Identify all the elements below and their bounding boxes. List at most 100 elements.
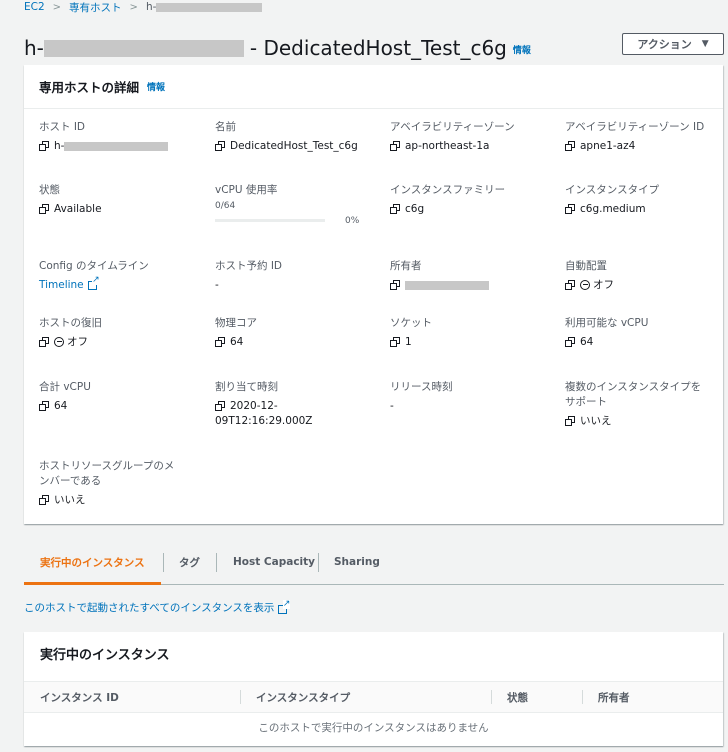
actions-dropdown-button[interactable]: アクション ▼ [622, 33, 724, 55]
field-label: ソケット [390, 317, 432, 329]
copy-icon[interactable] [390, 204, 400, 214]
field-label: 名前 [215, 121, 236, 133]
details-header: 専用ホストの詳細 情報 [24, 65, 723, 109]
title-info-link[interactable]: 情報 [513, 38, 531, 64]
vcpu-usage-progress: 0% [215, 216, 380, 228]
field-value [390, 278, 555, 290]
tab-running-instances[interactable]: 実行中のインスタンス [24, 540, 161, 585]
field-host-id: ホスト ID h- [39, 120, 204, 154]
copy-icon[interactable] [215, 337, 225, 347]
details-info-link[interactable]: 情報 [147, 80, 165, 93]
column-divider[interactable] [582, 690, 583, 704]
field-label: インスタンスタイプ [565, 184, 660, 196]
progress-track [215, 219, 325, 222]
column-divider[interactable] [240, 690, 241, 704]
host-details-panel: 専用ホストの詳細 情報 ホスト ID h- 名前 DedicatedHost_T… [24, 65, 723, 524]
field-value: オフ [565, 278, 728, 293]
field-config-timeline: Config のタイムライン Timeline [39, 259, 204, 293]
copy-icon[interactable] [565, 280, 575, 290]
page-title: h- - DedicatedHost_Test_c6g 情報 [24, 32, 531, 64]
field-value: 64 [565, 335, 728, 350]
breadcrumb-current: h- [146, 1, 263, 13]
field-label: アベイラビリティーゾーン ID [565, 121, 705, 133]
redacted-owner-id [405, 281, 489, 290]
field-availability-zone: アベイラビリティーゾーン ap-northeast-1a [390, 120, 555, 154]
field-label: Config のタイムライン [39, 260, 149, 272]
family-value: c6g [405, 203, 425, 215]
copy-icon[interactable] [565, 204, 575, 214]
field-label: ホスト ID [39, 121, 86, 133]
column-header-state[interactable]: 状態 [507, 682, 528, 712]
breadcrumb-ec2-link[interactable]: EC2 [24, 1, 45, 13]
field-value: 1 [390, 335, 555, 350]
tab-label: Sharing [334, 556, 380, 568]
field-value: c6g [390, 202, 555, 217]
running-instances-panel: 実行中のインスタンス インスタンス ID インスタンスタイプ 状態 所有者 この… [24, 632, 723, 746]
copy-icon[interactable] [39, 141, 49, 151]
tab-host-capacity[interactable]: Host Capacity [217, 540, 331, 584]
caret-down-icon: ▼ [701, 39, 709, 49]
copy-icon[interactable] [390, 141, 400, 151]
auto-placement-value: オフ [593, 279, 614, 291]
breadcrumb: EC2 > 専有ホスト > h- [24, 0, 263, 15]
copy-icon[interactable] [39, 401, 49, 411]
breadcrumb-dedicated-hosts-link[interactable]: 専有ホスト [69, 0, 122, 15]
copy-icon[interactable] [39, 337, 49, 347]
field-value: DedicatedHost_Test_c6g [215, 139, 380, 154]
field-multi-instance-type: 複数のインスタンスタイプを サポート いいえ [565, 380, 725, 429]
host-id-prefix: h- [54, 140, 65, 152]
field-state: 状態 Available [39, 183, 204, 217]
field-value: Timeline [39, 276, 204, 293]
copy-icon[interactable] [39, 495, 49, 505]
field-sockets: ソケット 1 [390, 316, 555, 350]
field-label: 利用可能な vCPU [565, 317, 649, 329]
field-label: 割り当て時刻 [215, 381, 278, 393]
timeline-link[interactable]: Timeline [39, 278, 84, 293]
instances-empty-message: このホストで実行中のインスタンスはありません [258, 721, 489, 734]
copy-icon[interactable] [390, 337, 400, 347]
off-status-icon [580, 280, 590, 290]
field-allocation-time: 割り当て時刻 2020-12- 09T12:16:29.000Z [215, 380, 380, 429]
instances-header: 実行中のインスタンス [24, 632, 723, 674]
chevron-right-icon: > [52, 1, 62, 13]
field-availability-zone-id: アベイラビリティーゾーン ID apne1-az4 [565, 120, 728, 154]
instances-table-header: インスタンス ID インスタンスタイプ 状態 所有者 [24, 681, 723, 713]
copy-icon[interactable] [215, 141, 225, 151]
field-label: 所有者 [390, 260, 422, 272]
field-auto-placement: 自動配置 オフ [565, 259, 728, 293]
field-value: いいえ [39, 493, 204, 508]
column-header-owner[interactable]: 所有者 [598, 682, 630, 712]
field-value: 2020-12- [215, 399, 380, 414]
copy-icon[interactable] [390, 280, 400, 290]
copy-icon[interactable] [565, 416, 575, 426]
redacted-host-id [64, 142, 169, 151]
field-host-reservation-id: ホスト予約 ID - [215, 259, 380, 293]
column-header-instance-type[interactable]: インスタンスタイプ [256, 682, 350, 712]
external-link-icon[interactable] [87, 276, 100, 290]
copy-icon[interactable] [39, 204, 49, 214]
name-value: DedicatedHost_Test_c6g [230, 140, 358, 152]
details-title: 専用ホストの詳細 [39, 80, 140, 95]
multi-type-value: いいえ [580, 415, 612, 427]
instances-title: 実行中のインスタンス [40, 647, 170, 663]
column-header-instance-id[interactable]: インスタンス ID [40, 682, 119, 712]
type-value: c6g.medium [580, 203, 646, 215]
field-label: ホスト予約 ID [215, 260, 283, 272]
tab-label: タグ [179, 556, 200, 569]
field-instance-family: インスタンスファミリー c6g [390, 183, 555, 217]
field-value: 64 [39, 399, 204, 414]
copy-icon[interactable] [565, 337, 575, 347]
vcpu-usage-count: 0/64 [215, 201, 236, 211]
tab-sharing[interactable]: Sharing [319, 540, 395, 584]
redacted-host-id [156, 2, 263, 12]
reservation-value: - [215, 279, 219, 291]
copy-icon[interactable] [215, 401, 225, 411]
tab-tags[interactable]: タグ [164, 540, 215, 584]
copy-icon[interactable] [565, 141, 575, 151]
column-divider[interactable] [491, 690, 492, 704]
total-vcpu-value: 64 [54, 400, 68, 412]
field-value: いいえ [565, 414, 725, 429]
actions-label: アクション [637, 38, 692, 51]
all-instances-link[interactable]: このホストで起動されたすべてのインスタンスを表示 [24, 599, 291, 615]
tab-label: Host Capacity [233, 556, 316, 568]
